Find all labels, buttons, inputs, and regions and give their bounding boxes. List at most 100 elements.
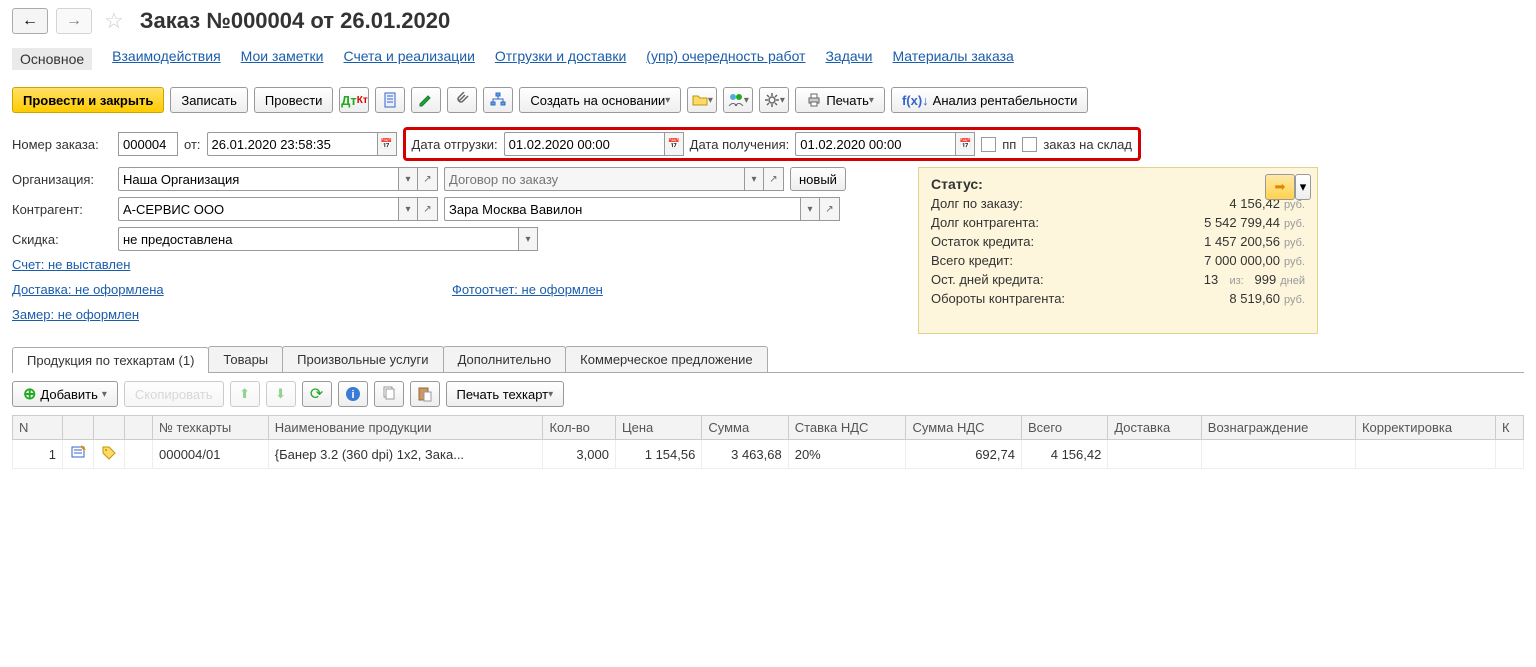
top-tabs: Основное Взаимодействия Мои заметки Счет… [0,42,1536,77]
to-stock-checkbox[interactable] [1022,137,1037,152]
table-row[interactable]: 1 000004/01 {Банер 3.2 (360 dpi) 1x2, За… [13,440,1524,469]
to-stock-label: заказ на склад [1043,137,1132,152]
discount-label: Скидка: [12,232,112,247]
copy-doc-button[interactable] [374,381,404,407]
document-icon[interactable] [375,87,405,113]
grid-tab-tech[interactable]: Продукция по техкартам (1) [12,347,209,373]
pp-label: пп [1002,137,1016,152]
tab-shipments[interactable]: Отгрузки и доставки [495,48,626,70]
paste-doc-button[interactable] [410,381,440,407]
users-menu-icon[interactable] [723,87,753,113]
ship-date-label: Дата отгрузки: [412,137,498,152]
tab-invoices[interactable]: Счета и реализации [343,48,474,70]
tab-interactions[interactable]: Взаимодействия [112,48,221,70]
status-arrow-button[interactable]: ➡ [1265,174,1295,200]
rub-unit: руб. [1284,237,1305,249]
order-no-input[interactable] [118,132,178,156]
calendar-icon[interactable]: 📅 [664,132,684,156]
turnover-value: 8 519,60 [1229,291,1280,306]
new-contract-button[interactable]: новый [790,167,846,191]
post-button[interactable]: Провести [254,87,334,113]
dropdown-icon[interactable]: ▾ [398,197,418,221]
col-sum[interactable]: Сумма [702,416,788,440]
open-icon[interactable]: ↗ [820,197,840,221]
ship-date-input[interactable] [504,132,664,156]
dtkt-button[interactable]: ДтКт [339,87,369,113]
dropdown-icon[interactable]: ▾ [744,167,764,191]
counterparty-input[interactable] [118,197,398,221]
create-based-on-button[interactable]: Создать на основании [519,87,681,113]
photo-link[interactable]: Фотоотчет: не оформлен [452,282,603,297]
credit-rem-label: Остаток кредита: [931,234,1034,249]
tab-main[interactable]: Основное [12,48,92,70]
grid-tab-services[interactable]: Произвольные услуги [282,346,443,372]
refresh-button[interactable]: ⟳ [302,381,332,407]
col-adjust[interactable]: Корректировка [1355,416,1495,440]
days-total-value: 999 [1255,272,1277,287]
col-delivery[interactable]: Доставка [1108,416,1201,440]
org-input[interactable] [118,167,398,191]
col-price[interactable]: Цена [615,416,701,440]
main-toolbar: Провести и закрыть Записать Провести ДтК… [0,77,1536,123]
favorite-star-icon[interactable]: ☆ [104,8,124,34]
row-doc-icon[interactable] [69,444,87,462]
open-icon[interactable]: ↗ [764,167,784,191]
order-date-input[interactable] [207,132,377,156]
delivery-link[interactable]: Доставка: не оформлена [12,282,412,297]
cell-qty: 3,000 [543,440,616,469]
open-icon[interactable]: ↗ [418,197,438,221]
col-n[interactable]: N [13,416,63,440]
col-vatrate[interactable]: Ставка НДС [788,416,906,440]
tab-materials[interactable]: Материалы заказа [892,48,1013,70]
status-header: Статус: [931,176,983,192]
discount-input[interactable] [118,227,518,251]
col-vatsum[interactable]: Сумма НДС [906,416,1021,440]
nav-back-button[interactable]: ← [12,8,48,34]
recv-date-label: Дата получения: [690,137,790,152]
grid-tab-goods[interactable]: Товары [208,346,283,372]
col-reward[interactable]: Вознаграждение [1201,416,1355,440]
save-button[interactable]: Записать [170,87,248,113]
products-table: N № техкарты Наименование продукции Кол-… [12,415,1524,469]
col-qty[interactable]: Кол-во [543,416,616,440]
status-menu-button[interactable]: ▾ [1295,174,1311,200]
tab-notes[interactable]: Мои заметки [241,48,324,70]
calendar-icon[interactable]: 📅 [377,132,397,156]
open-icon[interactable]: ↗ [418,167,438,191]
dropdown-icon[interactable]: ▾ [800,197,820,221]
dropdown-icon[interactable]: ▾ [518,227,538,251]
cell-name: {Банер 3.2 (360 dpi) 1x2, Зака... [268,440,543,469]
structure-icon[interactable] [483,87,513,113]
print-techcards-button[interactable]: Печать техкарт [446,381,565,407]
grid-tab-extra[interactable]: Дополнительно [443,346,567,372]
invoice-link[interactable]: Счет: не выставлен [12,257,412,272]
nav-forward-button[interactable]: → [56,8,92,34]
shop-input[interactable] [444,197,800,221]
col-k[interactable]: К [1495,416,1523,440]
recv-date-input[interactable] [795,132,955,156]
folder-menu-icon[interactable] [687,87,717,113]
measure-link[interactable]: Замер: не оформлен [12,307,412,322]
add-row-button[interactable]: ⊕Добавить [12,381,118,407]
dropdown-icon[interactable]: ▾ [398,167,418,191]
post-and-close-button[interactable]: Провести и закрыть [12,87,164,113]
contract-input[interactable] [444,167,744,191]
tab-workorder[interactable]: (упр) очередность работ [646,48,805,70]
print-button[interactable]: Печать [795,87,885,113]
grid-tab-offer[interactable]: Коммерческое предложение [565,346,767,372]
attachment-icon[interactable] [447,87,477,113]
pp-checkbox[interactable] [981,137,996,152]
tab-tasks[interactable]: Задачи [825,48,872,70]
calendar-icon[interactable]: 📅 [955,132,975,156]
col-total[interactable]: Всего [1021,416,1107,440]
cell-vatsum: 692,74 [906,440,1021,469]
row-tag-icon[interactable] [100,444,118,462]
edit-pencil-icon[interactable] [411,87,441,113]
col-name[interactable]: Наименование продукции [268,416,543,440]
credit-rem-value: 1 457 200,56 [1204,234,1280,249]
gear-menu-icon[interactable] [759,87,789,113]
days-of-label: из: [1229,275,1243,287]
info-button[interactable]: i [338,381,368,407]
profitability-button[interactable]: f(x)↓Анализ рентабельности [891,87,1088,113]
col-techno[interactable]: № техкарты [153,416,269,440]
